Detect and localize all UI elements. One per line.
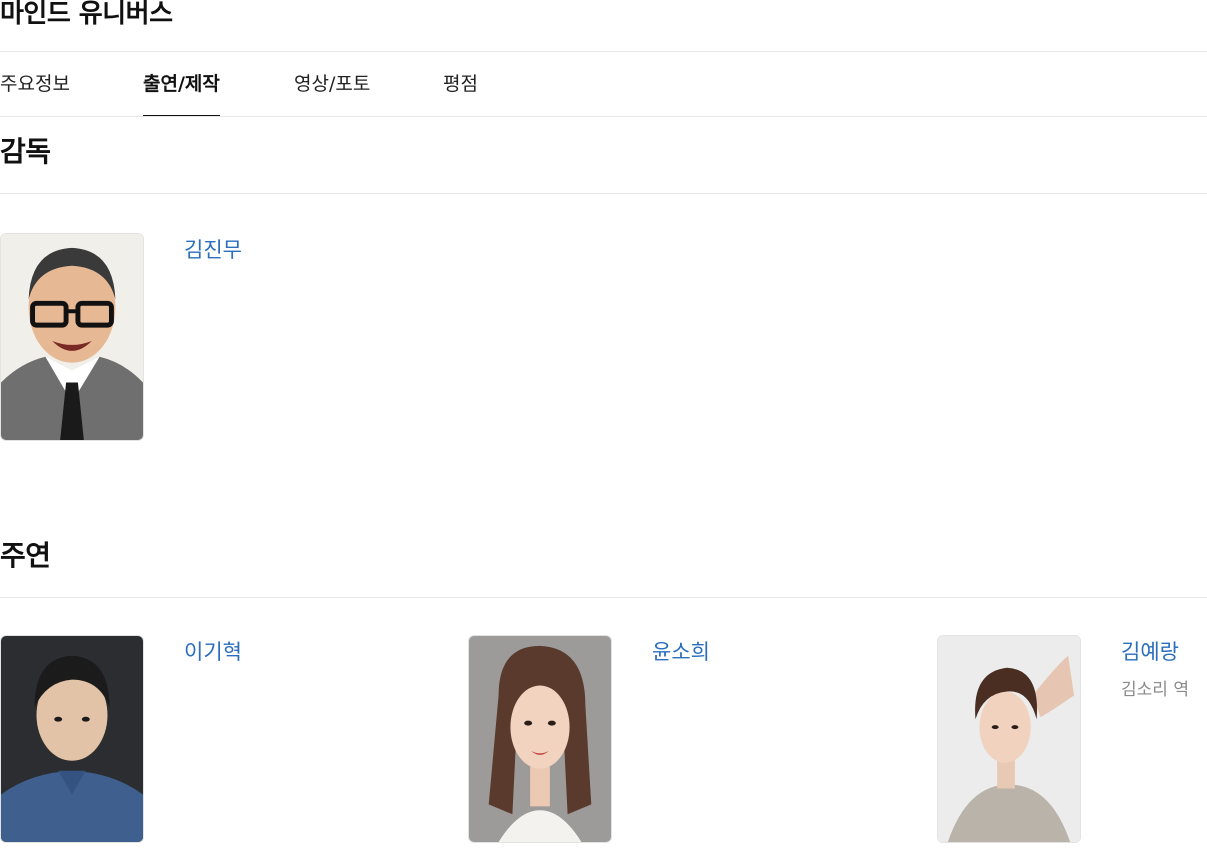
tab-main-info[interactable]: 주요정보	[0, 52, 70, 116]
section-title-director: 감독	[0, 135, 51, 168]
cast-name[interactable]: 이기혁	[184, 639, 242, 665]
tab-video-photo[interactable]: 영상/포토	[294, 52, 370, 116]
cast-divider	[0, 597, 1207, 598]
cast-name[interactable]: 김예랑	[1121, 639, 1179, 665]
page: 마인드 유니버스 주요정보 출연/제작 영상/포토 평점 감독 김진무 주연 이…	[0, 0, 1207, 856]
page-title: 마인드 유니버스	[0, 0, 173, 29]
cast-role: 김소리 역	[1121, 680, 1189, 700]
tab-bar: 주요정보 출연/제작 영상/포토 평점	[0, 52, 1207, 117]
section-title-cast: 주연	[0, 539, 51, 572]
director-name[interactable]: 김진무	[184, 237, 242, 263]
director-divider	[0, 193, 1207, 194]
cast-photo[interactable]	[0, 635, 144, 843]
tab-divider	[0, 116, 1207, 117]
cast-photo[interactable]	[468, 635, 612, 843]
cast-photo[interactable]	[937, 635, 1081, 843]
cast-name[interactable]: 윤소희	[652, 639, 710, 665]
director-photo[interactable]	[0, 233, 144, 441]
tab-rating[interactable]: 평점	[443, 52, 478, 116]
tab-cast-crew[interactable]: 출연/제작	[143, 52, 220, 117]
